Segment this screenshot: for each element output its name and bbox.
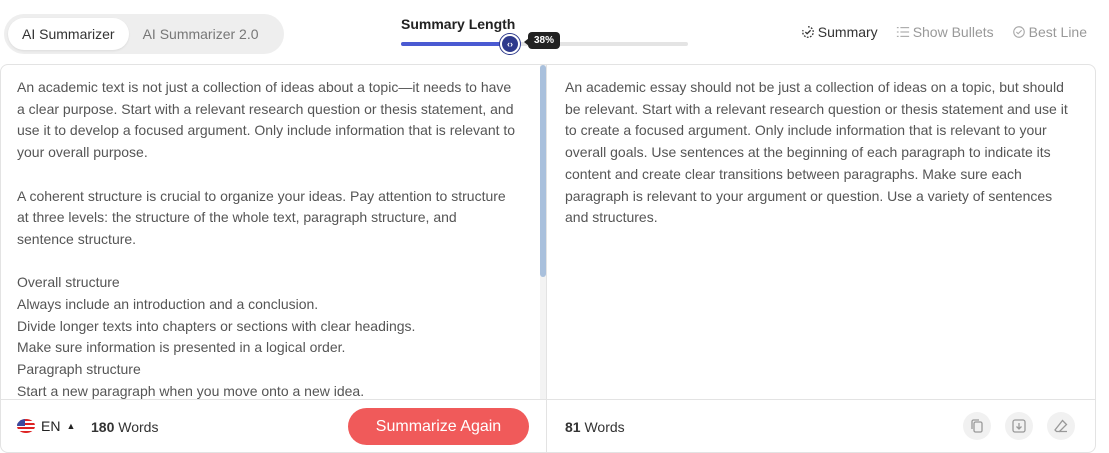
summary-length-slider[interactable]: ‹› 38% [401,32,688,54]
source-footer: EN ▲ 180 Words Summarize Again [1,399,547,452]
summary-pane: An academic essay should not be just a c… [547,65,1095,399]
language-selector[interactable]: EN ▲ [17,418,75,434]
mode-switch: AI Summarizer AI Summarizer 2.0 [4,14,284,54]
toolbar: AI Summarizer AI Summarizer 2.0 Summary … [0,0,1109,64]
summary-footer: 81 Words [547,399,1095,452]
download-icon [1012,419,1026,433]
view-options: Summary Show Bullets Best Line [801,24,1087,40]
show-bullets-label: Show Bullets [912,24,994,40]
download-button[interactable] [1005,412,1033,440]
summary-output: An academic essay should not be just a c… [565,79,1068,226]
source-word-number: 180 [91,419,115,435]
language-label: EN [41,418,61,434]
source-word-count: 180 Words [91,419,158,435]
best-line-label: Best Line [1028,24,1087,40]
summary-word-count: 81 Words [565,419,625,435]
source-scrollbar[interactable] [540,65,546,399]
summary-word-number: 81 [565,419,581,435]
source-word-label: Words [118,419,159,435]
copy-button[interactable] [963,412,991,440]
clear-button[interactable] [1047,412,1075,440]
summarizer-panel: An academic text is not just a collectio… [0,64,1096,453]
source-textarea[interactable]: An academic text is not just a collectio… [1,65,537,399]
caret-up-icon: ▲ [66,421,76,431]
summary-tools [963,412,1075,440]
scrollbar-thumb[interactable] [540,65,546,277]
summary-view-option[interactable]: Summary [801,24,878,40]
slider-handle[interactable]: ‹› [500,34,520,54]
summary-icon [801,26,814,38]
copy-icon [971,419,983,433]
summarize-again-button[interactable]: Summarize Again [348,408,529,445]
summary-view-label: Summary [817,24,878,40]
source-pane: An academic text is not just a collectio… [1,65,547,399]
slider-value-tooltip: 38% [523,32,561,49]
us-flag-icon [17,419,35,433]
summary-word-label: Words [584,419,625,435]
tab-ai-summarizer-2[interactable]: AI Summarizer 2.0 [129,18,273,50]
best-line-option[interactable]: Best Line [1012,24,1087,40]
eraser-icon [1054,419,1068,433]
summary-length-title: Summary Length [401,16,516,32]
show-bullets-option[interactable]: Show Bullets [896,24,994,40]
tab-ai-summarizer[interactable]: AI Summarizer [8,18,129,50]
best-line-icon [1012,26,1025,38]
bullets-icon [896,27,909,37]
slider-fill [401,42,510,46]
summary-length-control: Summary Length ‹› 38% [401,16,691,56]
